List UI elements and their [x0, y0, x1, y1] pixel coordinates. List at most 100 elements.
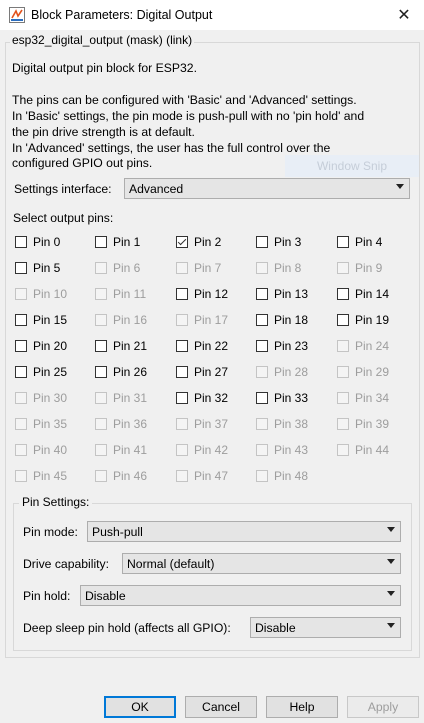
pin-label: Pin 34: [355, 391, 390, 405]
pin-checkbox-22[interactable]: Pin 22: [176, 339, 228, 353]
checkbox-icon[interactable]: [256, 340, 268, 352]
checkbox-icon: [95, 444, 107, 456]
checkbox-icon: [176, 470, 188, 482]
pin-label: Pin 39: [355, 417, 390, 431]
checkbox-icon[interactable]: [15, 262, 27, 274]
checkbox-icon[interactable]: [256, 236, 268, 248]
pin-checkbox-26[interactable]: Pin 26: [95, 365, 147, 379]
pin-checkbox-38: Pin 38: [256, 417, 308, 431]
pin-checkbox-19[interactable]: Pin 19: [337, 313, 389, 327]
pin-label: Pin 47: [194, 469, 229, 483]
checkbox-icon: [256, 418, 268, 430]
pin-mode-dropdown[interactable]: Push-pull: [87, 521, 401, 542]
pin-checkbox-15[interactable]: Pin 15: [15, 313, 67, 327]
checkbox-icon[interactable]: [15, 340, 27, 352]
pin-checkbox-43: Pin 43: [256, 443, 308, 457]
checkbox-checked-icon[interactable]: [176, 236, 188, 248]
checkbox-icon: [256, 470, 268, 482]
description-line-6: In 'Advanced' settings, the user has the…: [12, 141, 331, 155]
checkbox-icon: [337, 340, 349, 352]
mask-title: esp32_digital_output (mask) (link): [10, 33, 195, 47]
checkbox-icon[interactable]: [95, 366, 107, 378]
checkbox-icon: [15, 470, 27, 482]
pin-label: Pin 12: [194, 287, 229, 301]
checkbox-icon: [337, 366, 349, 378]
help-button[interactable]: Help: [266, 696, 338, 718]
pin-label: Pin 20: [33, 339, 68, 353]
checkbox-icon[interactable]: [176, 288, 188, 300]
pin-checkbox-13[interactable]: Pin 13: [256, 287, 308, 301]
pin-hold-dropdown[interactable]: Disable: [80, 585, 401, 606]
pin-checkbox-8: Pin 8: [256, 261, 301, 275]
window-title: Block Parameters: Digital Output: [31, 8, 213, 22]
pin-checkbox-31: Pin 31: [95, 391, 147, 405]
checkbox-icon: [337, 418, 349, 430]
pin-checkbox-9: Pin 9: [337, 261, 382, 275]
pin-checkbox-37: Pin 37: [176, 417, 228, 431]
pin-checkbox-27[interactable]: Pin 27: [176, 365, 228, 379]
checkbox-icon[interactable]: [337, 288, 349, 300]
pin-label: Pin 6: [113, 261, 141, 275]
pin-checkbox-21[interactable]: Pin 21: [95, 339, 147, 353]
apply-button[interactable]: Apply: [347, 696, 419, 718]
cancel-button[interactable]: Cancel: [185, 696, 257, 718]
pin-label: Pin 44: [355, 443, 390, 457]
checkbox-icon[interactable]: [15, 314, 27, 326]
pin-checkbox-5[interactable]: Pin 5: [15, 261, 60, 275]
drive-capability-dropdown[interactable]: Normal (default): [122, 553, 401, 574]
pin-checkbox-41: Pin 41: [95, 443, 147, 457]
pin-checkbox-7: Pin 7: [176, 261, 221, 275]
checkbox-icon[interactable]: [95, 236, 107, 248]
pin-label: Pin 31: [113, 391, 148, 405]
checkbox-icon[interactable]: [176, 340, 188, 352]
checkbox-icon[interactable]: [337, 236, 349, 248]
pin-checkbox-18[interactable]: Pin 18: [256, 313, 308, 327]
checkbox-icon: [15, 418, 27, 430]
checkbox-icon[interactable]: [15, 236, 27, 248]
close-icon[interactable]: ✕: [394, 5, 414, 25]
pin-checkbox-2[interactable]: Pin 2: [176, 235, 221, 249]
pin-checkbox-44: Pin 44: [337, 443, 389, 457]
checkbox-icon: [176, 314, 188, 326]
description-line-1: Digital output pin block for ESP32.: [12, 61, 197, 75]
pin-checkbox-12[interactable]: Pin 12: [176, 287, 228, 301]
checkbox-icon[interactable]: [256, 288, 268, 300]
pin-checkbox-4[interactable]: Pin 4: [337, 235, 382, 249]
pin-checkbox-6: Pin 6: [95, 261, 140, 275]
pin-checkbox-32[interactable]: Pin 32: [176, 391, 228, 405]
pin-label: Pin 8: [274, 261, 302, 275]
pin-label: Pin 3: [274, 235, 302, 249]
title-bar: Block Parameters: Digital Output ✕: [0, 0, 424, 30]
pin-checkbox-3[interactable]: Pin 3: [256, 235, 301, 249]
checkbox-icon: [95, 418, 107, 430]
settings-interface-dropdown[interactable]: Advanced: [124, 178, 410, 199]
pin-checkbox-34: Pin 34: [337, 391, 389, 405]
pin-checkbox-23[interactable]: Pin 23: [256, 339, 308, 353]
pin-label: Pin 1: [113, 235, 141, 249]
pin-checkbox-36: Pin 36: [95, 417, 147, 431]
pin-label: Pin 41: [113, 443, 148, 457]
pin-label: Pin 37: [194, 417, 229, 431]
chevron-down-icon: [387, 559, 395, 564]
pin-checkbox-0[interactable]: Pin 0: [15, 235, 60, 249]
checkbox-icon[interactable]: [256, 314, 268, 326]
deep-sleep-dropdown[interactable]: Disable: [250, 617, 401, 638]
pin-checkbox-1[interactable]: Pin 1: [95, 235, 140, 249]
ok-button[interactable]: OK: [104, 696, 176, 718]
pin-checkbox-20[interactable]: Pin 20: [15, 339, 67, 353]
checkbox-icon[interactable]: [256, 392, 268, 404]
pin-checkbox-33[interactable]: Pin 33: [256, 391, 308, 405]
pin-label: Pin 29: [355, 365, 390, 379]
description-line-4: In 'Basic' settings, the pin mode is pus…: [12, 109, 365, 123]
checkbox-icon[interactable]: [337, 314, 349, 326]
checkbox-icon[interactable]: [176, 366, 188, 378]
checkbox-icon[interactable]: [176, 392, 188, 404]
pin-checkbox-14[interactable]: Pin 14: [337, 287, 389, 301]
checkbox-icon[interactable]: [15, 366, 27, 378]
pin-label: Pin 7: [194, 261, 222, 275]
pin-label: Pin 0: [33, 235, 61, 249]
pin-checkbox-25[interactable]: Pin 25: [15, 365, 67, 379]
checkbox-icon[interactable]: [95, 340, 107, 352]
pin-checkbox-11: Pin 11: [95, 287, 146, 301]
pin-label: Pin 38: [274, 417, 309, 431]
